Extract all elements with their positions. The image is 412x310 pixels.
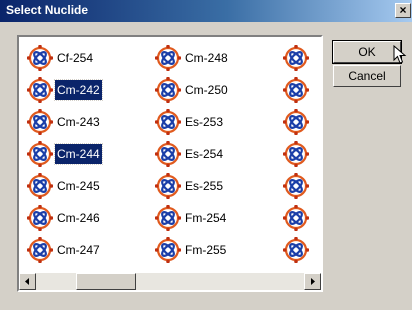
nuclide-atom-icon — [27, 109, 53, 135]
nuclide-atom-icon — [283, 77, 309, 103]
nuclide-atom-icon — [155, 237, 181, 263]
arrow-right-icon — [311, 278, 315, 285]
nuclide-label: Es-253 — [185, 115, 224, 129]
close-button[interactable]: × — [395, 3, 411, 18]
scroll-right-button[interactable] — [304, 273, 321, 290]
nuclide-label: Fm-254 — [185, 211, 227, 225]
nuclide-label: Cm-242 — [54, 79, 103, 101]
nuclide-atom-icon — [27, 141, 53, 167]
nuclide-list-item[interactable]: Cm-246 — [27, 203, 137, 233]
nuclide-atom-icon — [283, 173, 309, 199]
horizontal-scrollbar[interactable] — [19, 273, 321, 290]
nuclide-atom-icon — [155, 77, 181, 103]
nuclide-atom-icon — [27, 77, 53, 103]
nuclide-list-item[interactable]: Cm-242 — [27, 75, 137, 105]
nuclide-list-item[interactable] — [283, 235, 321, 265]
nuclide-list-item[interactable] — [283, 203, 321, 233]
nuclide-atom-icon — [283, 141, 309, 167]
nuclide-list-item[interactable] — [283, 139, 321, 169]
nuclide-atom-icon — [27, 237, 53, 263]
nuclide-atom-icon — [283, 45, 309, 71]
scroll-left-button[interactable] — [19, 273, 36, 290]
nuclide-list-item[interactable] — [283, 43, 321, 73]
nuclide-atom-icon — [27, 205, 53, 231]
nuclide-label: Cm-246 — [57, 211, 100, 225]
nuclide-list-item[interactable]: Fm-254 — [155, 203, 265, 233]
nuclide-list-item[interactable]: Es-253 — [155, 107, 265, 137]
nuclide-list-item[interactable] — [283, 171, 321, 201]
select-nuclide-dialog: Select Nuclide × Cf-254 Cm-242 Cm-243 Cm-24… — [0, 0, 412, 310]
nuclide-list-item[interactable]: Cm-248 — [155, 43, 265, 73]
nuclide-list-item[interactable]: Cf-254 — [27, 43, 137, 73]
nuclide-atom-icon — [155, 173, 181, 199]
nuclide-list-item[interactable] — [283, 75, 321, 105]
nuclide-label: Cm-250 — [185, 83, 228, 97]
nuclide-list-item[interactable] — [283, 107, 321, 137]
nuclide-label: Es-255 — [185, 179, 224, 193]
nuclide-atom-icon — [283, 205, 309, 231]
nuclide-atom-icon — [27, 173, 53, 199]
nuclide-label: Cm-245 — [57, 179, 100, 193]
nuclide-list[interactable]: Cf-254 Cm-242 Cm-243 Cm-244 Cm-245 Cm-246 Cm-2… — [17, 35, 323, 292]
nuclide-label: Cm-244 — [54, 143, 103, 165]
nuclide-label: Cf-254 — [57, 51, 94, 65]
nuclide-atom-icon — [155, 141, 181, 167]
mouse-cursor-icon — [393, 45, 407, 64]
cancel-button[interactable]: Cancel — [333, 65, 401, 87]
ok-button[interactable]: OK — [332, 40, 402, 64]
nuclide-list-item[interactable]: Cm-247 — [27, 235, 137, 265]
nuclide-atom-icon — [283, 109, 309, 135]
nuclide-label: Cm-243 — [57, 115, 100, 129]
nuclide-atom-icon — [155, 205, 181, 231]
nuclide-atom-icon — [283, 237, 309, 263]
nuclide-label: Cm-248 — [185, 51, 228, 65]
nuclide-list-item[interactable]: Cm-250 — [155, 75, 265, 105]
nuclide-list-item[interactable]: Fm-255 — [155, 235, 265, 265]
nuclide-label: Cm-247 — [57, 243, 100, 257]
arrow-left-icon — [25, 278, 29, 285]
nuclide-atom-icon — [155, 109, 181, 135]
nuclide-list-item[interactable]: Cm-243 — [27, 107, 137, 137]
close-icon: × — [399, 3, 407, 17]
nuclide-list-item[interactable]: Es-255 — [155, 171, 265, 201]
nuclide-label: Es-254 — [185, 147, 224, 161]
dialog-title: Select Nuclide — [6, 3, 89, 17]
title-bar[interactable]: Select Nuclide × — [0, 0, 412, 22]
nuclide-list-item[interactable]: Cm-244 — [27, 139, 137, 169]
nuclide-atom-icon — [27, 45, 53, 71]
nuclide-list-item[interactable]: Cm-245 — [27, 171, 137, 201]
nuclide-label: Fm-255 — [185, 243, 227, 257]
nuclide-atom-icon — [155, 45, 181, 71]
scroll-thumb[interactable] — [76, 273, 136, 290]
nuclide-list-item[interactable]: Es-254 — [155, 139, 265, 169]
